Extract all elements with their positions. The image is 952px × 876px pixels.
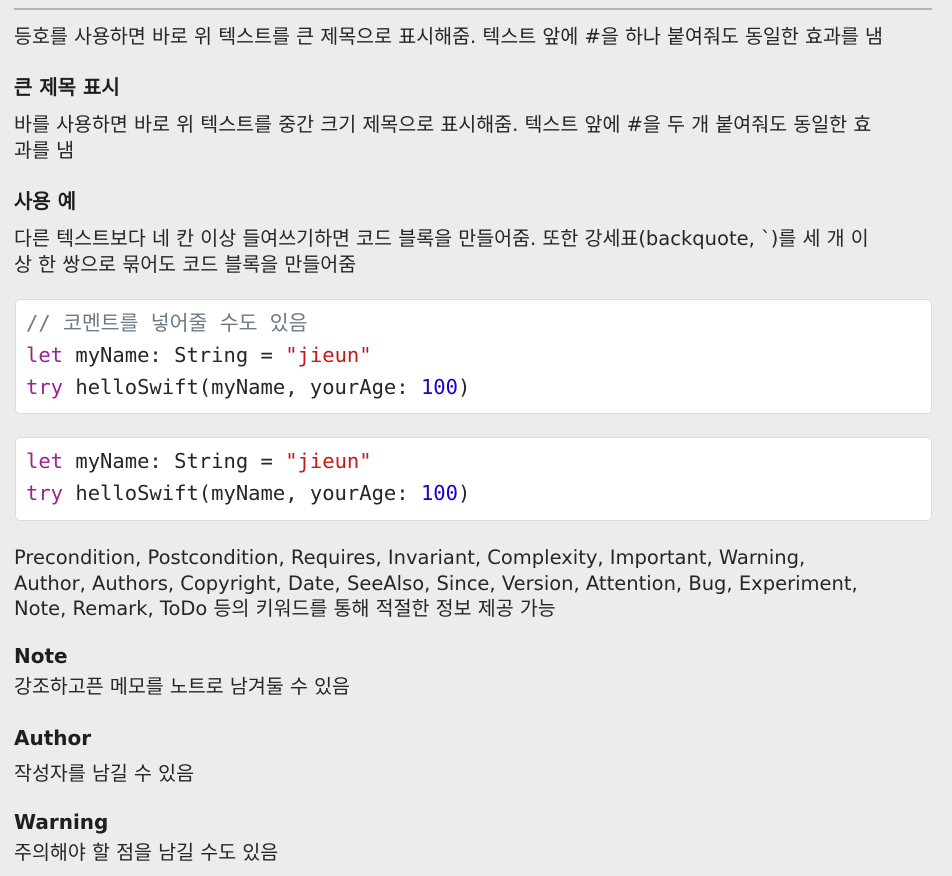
number-literal: 100 [420, 375, 458, 399]
keywords-line3: Note, Remark, ToDo 등의 키워드를 통해 적절한 정보 제공 … [14, 597, 556, 620]
usage-description-line2: 상 한 쌍으로 묶어도 코드 블록을 만들어줌 [14, 253, 357, 276]
code-let-line: let myName: String = "jieun" [26, 446, 372, 476]
h2-description-line2: 과를 냄 [14, 139, 75, 162]
code-block-plain: let myName: String = "jieun" try helloSw… [15, 437, 932, 521]
warning-body: 주의해야 할 점을 남길 수도 있음 [14, 841, 279, 864]
code-try-line: try helloSwift(myName, yourAge: 100) [26, 478, 470, 508]
string-literal: "jieun" [285, 449, 372, 473]
keyword-try: try [26, 481, 64, 505]
warning-heading: Warning [14, 810, 109, 834]
code-let-line: let myName: String = "jieun" [26, 340, 372, 370]
code-text: helloSwift(myName, yourAge: [63, 375, 421, 399]
keywords-line2: Author, Authors, Copyright, Date, SeeAls… [14, 572, 858, 595]
code-text-end: ) [457, 375, 471, 399]
documentation-page: 등호를 사용하면 바로 위 텍스트를 큰 제목으로 표시해줌. 텍스트 앞에 #… [0, 0, 952, 876]
horizontal-rule [14, 8, 932, 10]
keyword-let: let [26, 449, 64, 473]
code-comment-line: // 코멘트를 넣어줄 수도 있음 [26, 308, 308, 338]
note-heading: Note [14, 644, 68, 668]
code-text: myName: String = [63, 449, 286, 473]
code-comment: // 코멘트를 넣어줄 수도 있음 [26, 311, 308, 335]
usage-description-line1: 다른 텍스트보다 네 칸 이상 들여쓰기하면 코드 블록을 만들어줌. 또한 강… [14, 227, 869, 250]
number-literal: 100 [420, 481, 458, 505]
keyword-let: let [26, 343, 64, 367]
code-text-end: ) [457, 481, 471, 505]
keyword-try: try [26, 375, 64, 399]
h2-description-line1: 바를 사용하면 바로 위 텍스트를 중간 크기 제목으로 표시해줌. 텍스트 앞… [14, 113, 872, 136]
code-text: helloSwift(myName, yourAge: [63, 481, 421, 505]
large-title-label: 큰 제목 표시 [14, 75, 120, 99]
keywords-line1: Precondition, Postcondition, Requires, I… [14, 546, 806, 569]
usage-heading: 사용 예 [14, 189, 77, 213]
author-heading: Author [14, 726, 92, 750]
string-literal: "jieun" [285, 343, 372, 367]
code-block-with-comment: // 코멘트를 넣어줄 수도 있음 let myName: String = "… [15, 299, 932, 414]
h1-description: 등호를 사용하면 바로 위 텍스트를 큰 제목으로 표시해줌. 텍스트 앞에 #… [14, 25, 883, 48]
note-body: 강조하고픈 메모를 노트로 남겨둘 수 있음 [14, 675, 350, 698]
author-body: 작성자를 남길 수 있음 [14, 762, 195, 785]
code-text: myName: String = [63, 343, 286, 367]
code-try-line: try helloSwift(myName, yourAge: 100) [26, 372, 470, 402]
